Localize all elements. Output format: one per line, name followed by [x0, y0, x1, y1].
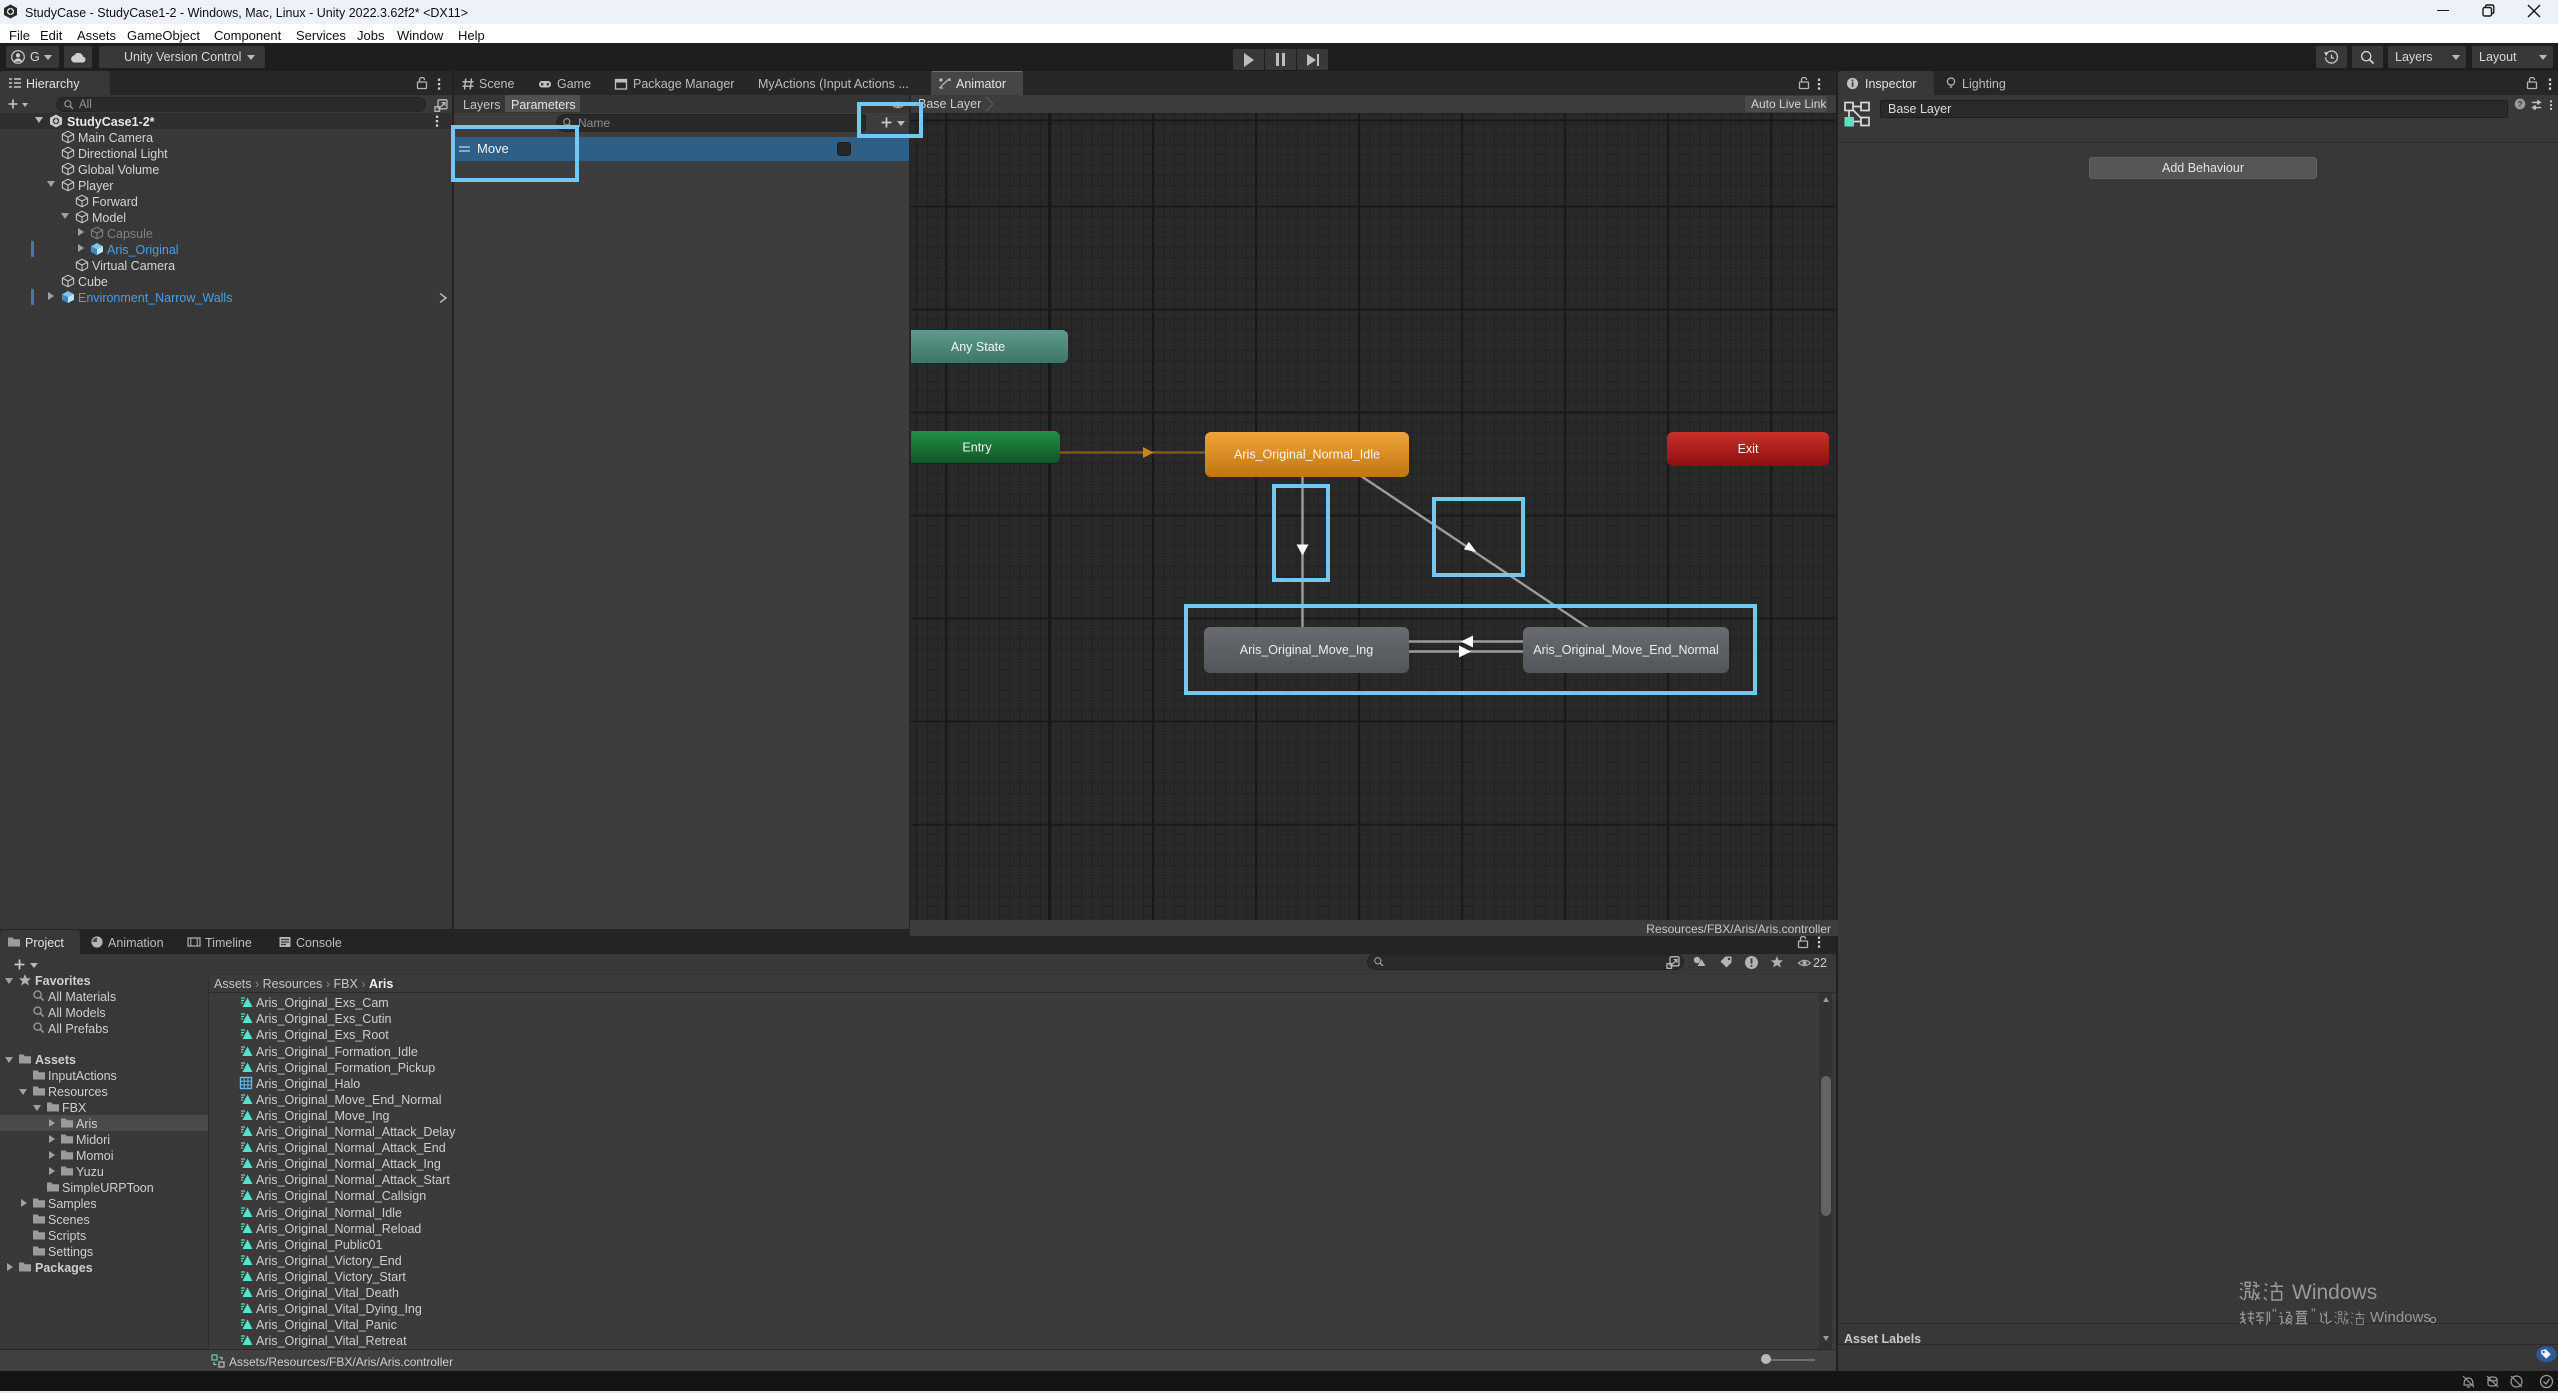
svg-text:Windows: Windows: [2292, 1281, 2377, 1304]
svg-text:Entry: Entry: [962, 441, 992, 455]
svg-text:Any State: Any State: [951, 340, 1005, 354]
svg-text:“: “: [2272, 1305, 2277, 1321]
svg-text:Exit: Exit: [1738, 442, 1759, 456]
svg-text:Windows: Windows: [2370, 1309, 2431, 1326]
svg-text:Aris_Original_Normal_Idle: Aris_Original_Normal_Idle: [1234, 448, 1380, 462]
svg-text:?: ?: [2518, 100, 2523, 109]
svg-text:”: ”: [2311, 1305, 2316, 1321]
